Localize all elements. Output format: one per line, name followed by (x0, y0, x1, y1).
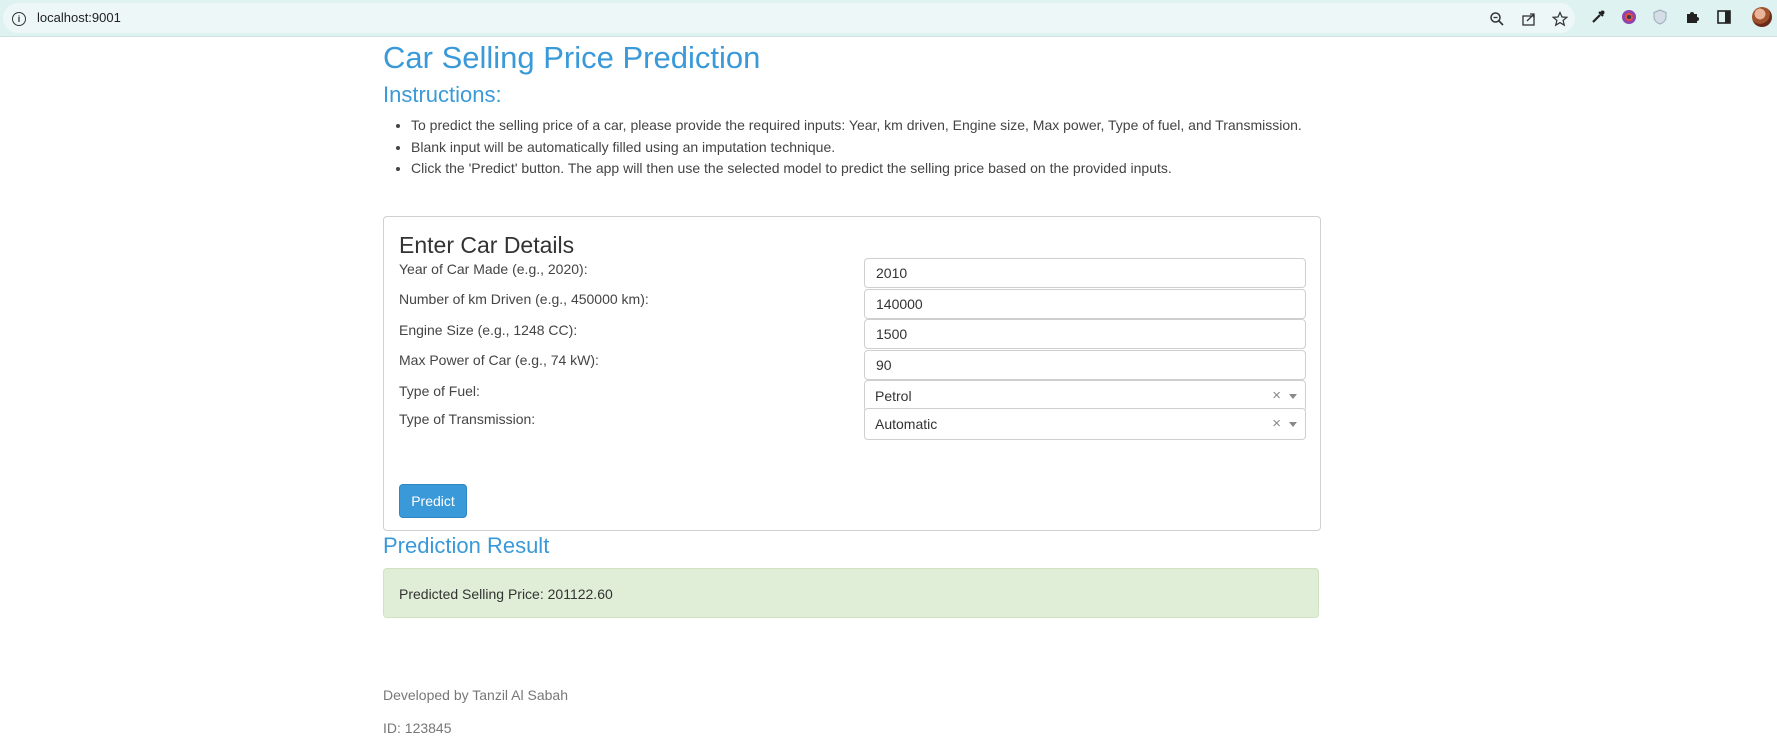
instruction-item: To predict the selling price of a car, p… (411, 115, 1302, 137)
info-icon[interactable]: i (12, 12, 26, 26)
year-input[interactable] (864, 258, 1306, 288)
developer-id: ID: 123845 (383, 720, 452, 736)
zoom-icon[interactable] (1489, 11, 1505, 27)
engine-size-label: Engine Size (e.g., 1248 CC): (399, 322, 578, 338)
bookmark-star-icon[interactable] (1552, 11, 1568, 27)
km-driven-label: Number of km Driven (e.g., 450000 km): (399, 291, 649, 307)
max-power-input[interactable] (864, 350, 1306, 380)
chevron-down-icon[interactable] (1289, 394, 1297, 399)
prediction-result-heading: Prediction Result (383, 533, 550, 558)
car-details-card: Enter Car Details Year of Car Made (e.g.… (383, 216, 1321, 531)
predict-button[interactable]: Predict (399, 484, 467, 518)
engine-size-input[interactable] (864, 319, 1306, 349)
instructions-heading: Instructions: (383, 82, 502, 107)
car-details-heading: Enter Car Details (399, 232, 575, 258)
fuel-type-label: Type of Fuel: (399, 383, 480, 399)
year-label: Year of Car Made (e.g., 2020): (399, 261, 588, 277)
address-bar[interactable]: i localhost:9001 (3, 3, 1575, 33)
instruction-item: Blank input will be automatically filled… (411, 137, 1302, 159)
extensions-puzzle-icon[interactable] (1684, 9, 1700, 25)
instructions-list: To predict the selling price of a car, p… (383, 115, 1302, 180)
transmission-dropdown[interactable]: Automatic × (864, 408, 1306, 440)
side-panel-icon[interactable] (1716, 9, 1732, 25)
chevron-down-icon[interactable] (1289, 422, 1297, 427)
predicted-price-text: Predicted Selling Price: 201122.60 (399, 586, 613, 602)
shield-extension-icon[interactable] (1652, 9, 1668, 25)
clear-icon[interactable]: × (1272, 415, 1281, 432)
prediction-result-box: Predicted Selling Price: 201122.60 (383, 568, 1319, 618)
instruction-item: Click the 'Predict' button. The app will… (411, 158, 1302, 180)
eyedropper-extension-icon[interactable] (1590, 9, 1606, 25)
max-power-label: Max Power of Car (e.g., 74 kW): (399, 352, 599, 368)
browser-toolbar: i localhost:9001 (0, 0, 1777, 37)
share-icon[interactable] (1521, 11, 1537, 27)
page-title: Car Selling Price Prediction (383, 40, 761, 75)
transmission-value: Automatic (875, 416, 938, 432)
fuel-type-value: Petrol (875, 388, 912, 404)
clear-icon[interactable]: × (1272, 387, 1281, 404)
url-text[interactable]: localhost:9001 (37, 10, 121, 25)
profile-avatar[interactable] (1752, 7, 1772, 27)
transmission-label: Type of Transmission: (399, 411, 536, 427)
color-extension-icon[interactable] (1621, 9, 1637, 25)
developer-credit: Developed by Tanzil Al Sabah (383, 687, 568, 703)
km-driven-input[interactable] (864, 289, 1306, 319)
